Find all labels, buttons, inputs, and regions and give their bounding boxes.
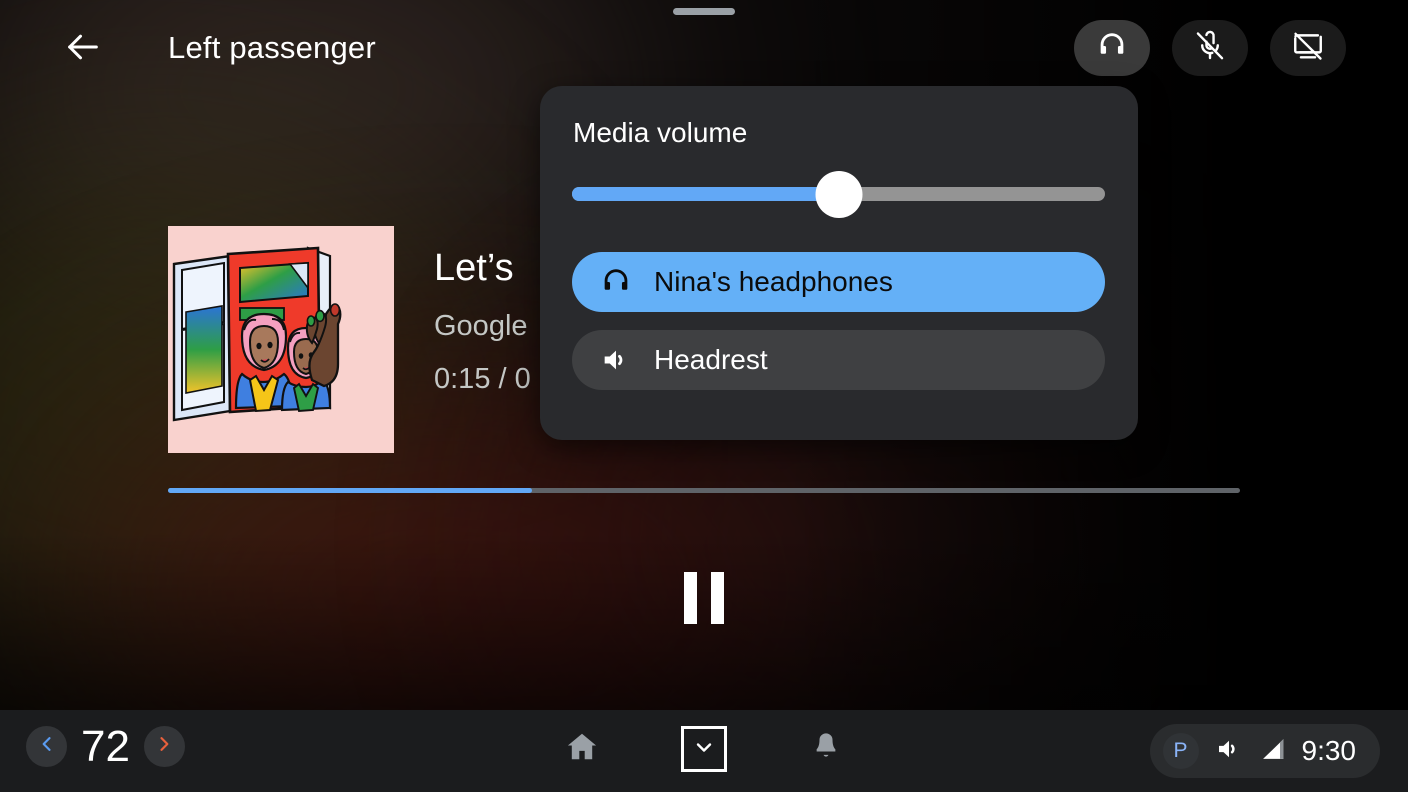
- notifications-button[interactable]: [803, 726, 849, 772]
- media-volume-popup: Media volume Nina's headphones Headrest: [540, 86, 1138, 440]
- speaker-icon: [599, 343, 635, 377]
- arrow-back-icon: [63, 27, 103, 72]
- audio-device-list: Nina's headphones Headrest: [572, 252, 1105, 408]
- page-title: Left passenger: [168, 30, 376, 65]
- device-label: Headrest: [654, 344, 768, 375]
- home-button[interactable]: [559, 726, 605, 772]
- playback-progress-fill: [168, 488, 533, 493]
- pause-icon: [684, 572, 724, 624]
- home-icon: [564, 729, 600, 770]
- clock: 9:30: [1301, 735, 1357, 766]
- slider-thumb[interactable]: [815, 171, 862, 218]
- device-option-nina-headphones[interactable]: Nina's headphones: [572, 252, 1105, 312]
- app-drawer-button[interactable]: [681, 726, 727, 772]
- headphones-icon: [1095, 29, 1129, 68]
- back-button[interactable]: [58, 24, 108, 74]
- app-header: Left passenger: [0, 0, 1408, 96]
- car-media-screen: Left passenger Let’s Google 0:15 / 0 Med…: [0, 0, 1408, 792]
- headphones-icon: [599, 265, 635, 299]
- signal-bars-icon: [1259, 735, 1287, 768]
- system-bottom-bar: 72 P 9:30: [0, 710, 1408, 792]
- mic-off-button[interactable]: [1172, 20, 1248, 76]
- media-volume-slider[interactable]: [572, 171, 1105, 218]
- bell-icon: [809, 730, 843, 769]
- headphones-output-button[interactable]: [1074, 20, 1150, 76]
- slider-fill: [572, 187, 839, 201]
- popup-title: Media volume: [573, 117, 748, 148]
- header-actions: [1074, 20, 1346, 76]
- playback-progress-bar[interactable]: [168, 488, 1240, 493]
- mic-off-icon: [1193, 29, 1227, 68]
- gear-indicator: P: [1162, 733, 1199, 769]
- device-option-headrest[interactable]: Headrest: [572, 330, 1105, 390]
- screen-off-button[interactable]: [1270, 20, 1346, 76]
- chevron-down-icon: [692, 735, 716, 764]
- status-pill[interactable]: P 9:30: [1149, 724, 1380, 778]
- pause-button[interactable]: [679, 570, 729, 626]
- album-art: [168, 226, 394, 453]
- device-label: Nina's headphones: [654, 266, 893, 297]
- screen-off-icon: [1291, 29, 1325, 68]
- volume-icon[interactable]: [1214, 734, 1244, 769]
